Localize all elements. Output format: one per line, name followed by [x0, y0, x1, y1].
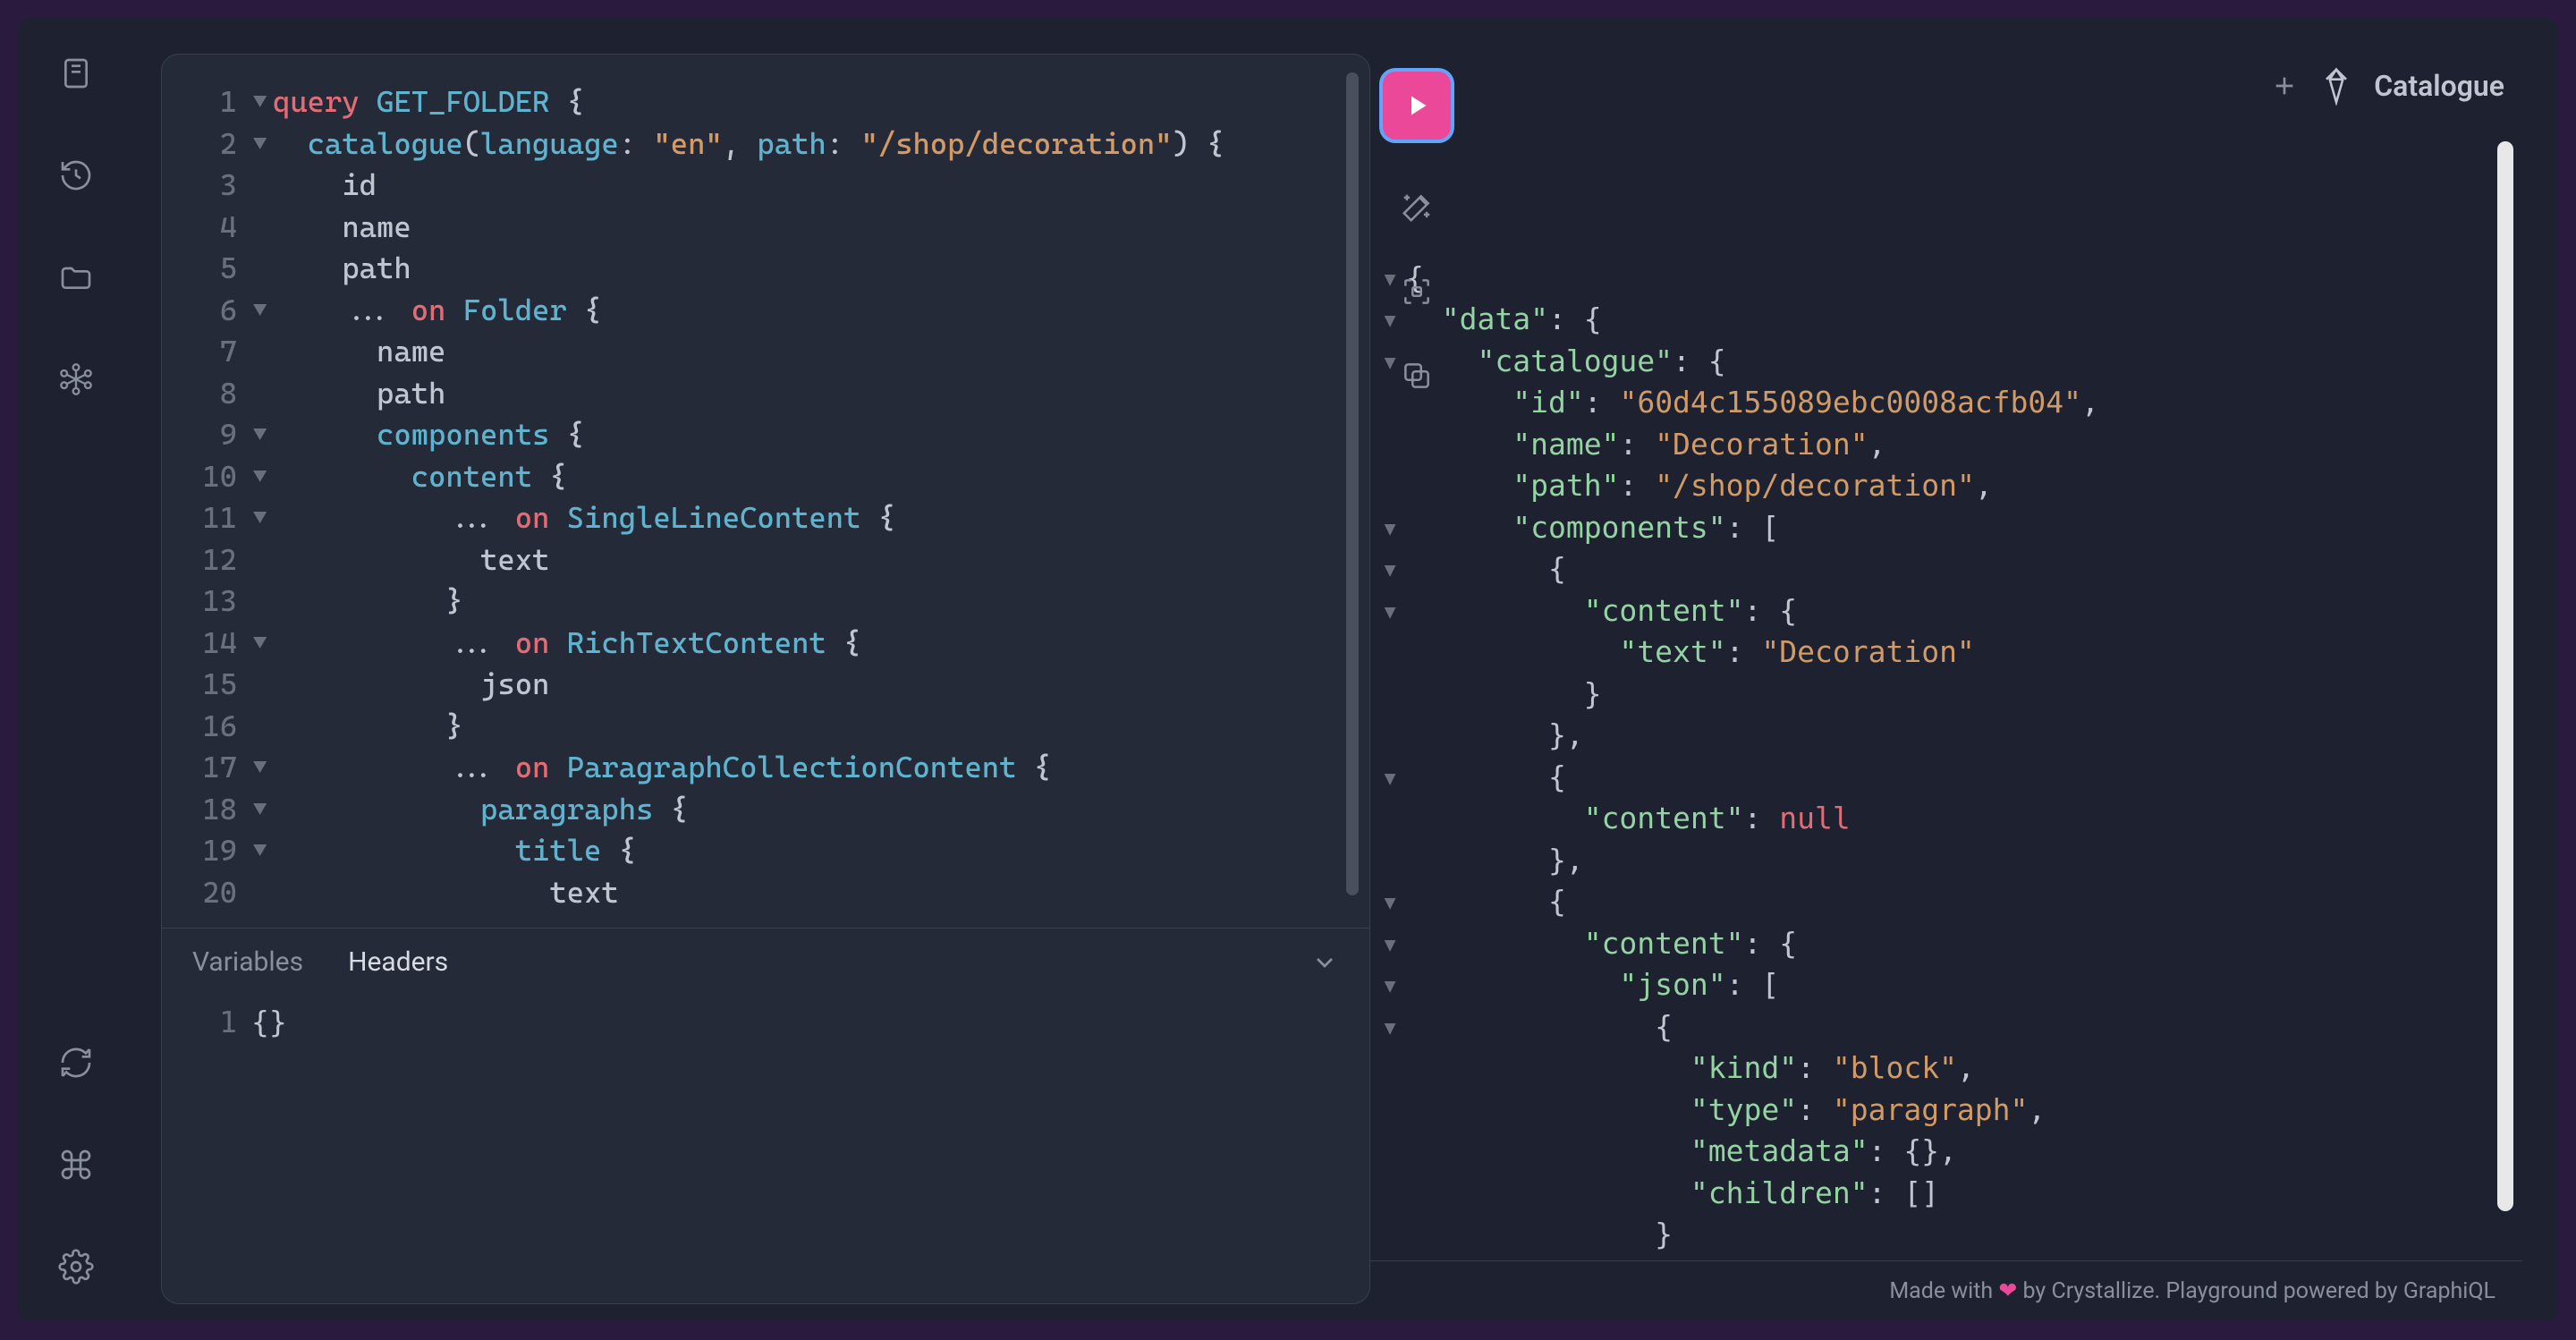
query-editor-pane: 1▾query GET_FOLDER {2▾ catalogue(languag… — [161, 54, 1370, 1304]
result-line: ▾{ — [1370, 258, 2487, 300]
query-editor[interactable]: 1▾query GET_FOLDER {2▾ catalogue(languag… — [162, 55, 1369, 928]
result-line: ▾ "components": [ — [1370, 507, 2487, 549]
scrollbar[interactable] — [2497, 141, 2513, 1211]
scrollbar[interactable] — [1346, 72, 1359, 895]
footer: Made with ❤ by Crystallize. Playground p… — [1370, 1261, 2522, 1304]
result-line: "path": "/shop/decoration", — [1370, 465, 2487, 507]
main-area: 1▾query GET_FOLDER {2▾ catalogue(languag… — [134, 18, 2558, 1322]
result-line: "name": "Decoration", — [1370, 424, 2487, 466]
code-line: 5 path — [189, 248, 1334, 290]
result-line: }, — [1370, 840, 2487, 882]
result-line: ▾ { — [1370, 1006, 2487, 1048]
code-line: 17▾ ... on ParagraphCollectionContent { — [189, 747, 1334, 789]
center-toolbar — [1379, 68, 1454, 395]
code-line: 3 id — [189, 165, 1334, 207]
result-line: ▾ "data": { — [1370, 299, 2487, 341]
code-line: 2▾ catalogue(language: "en", path: "/sho… — [189, 123, 1334, 165]
result-line: "kind": "block", — [1370, 1047, 2487, 1090]
code-line: 19▾ title { — [189, 830, 1334, 872]
tab-variables[interactable]: Variables — [192, 946, 303, 978]
result-line: ▾ "catalogue": { — [1370, 341, 2487, 383]
result-line: ▾ "content": { — [1370, 590, 2487, 632]
result-line: ▾ "json": [ — [1370, 964, 2487, 1006]
file-icon[interactable] — [56, 54, 96, 93]
tab-headers[interactable]: Headers — [348, 946, 448, 978]
app-container: 1▾query GET_FOLDER {2▾ catalogue(languag… — [18, 18, 2558, 1322]
code-line: 10▾ content { — [189, 456, 1334, 498]
crystallize-logo-icon — [2317, 66, 2356, 106]
variables-editor[interactable]: 1{} — [162, 996, 1369, 1048]
code-line: 7 name — [189, 331, 1334, 373]
code-line: 9▾ components { — [189, 414, 1334, 456]
command-icon[interactable] — [56, 1145, 96, 1184]
code-line: 20 text — [189, 872, 1334, 914]
result-line: } — [1370, 1214, 2487, 1256]
result-line: "children": [] — [1370, 1173, 2487, 1215]
result-pane: Catalogue ▾{▾ "data": {▾ "catalogue": { … — [1370, 54, 2522, 1304]
refresh-icon[interactable] — [56, 1043, 96, 1082]
code-line: 1▾query GET_FOLDER { — [189, 81, 1334, 123]
result-line: } — [1370, 674, 2487, 716]
result-line: ▾ { — [1370, 757, 2487, 799]
magic-wand-icon[interactable] — [1397, 188, 1436, 227]
heart-icon: ❤ — [1998, 1278, 2017, 1304]
sidebar — [18, 18, 134, 1322]
result-line: }, — [1370, 715, 2487, 757]
code-line: 12 text — [189, 539, 1334, 581]
code-line: 11▾ ... on SingleLineContent { — [189, 497, 1334, 539]
result-line: "content": null — [1370, 798, 2487, 840]
result-line: ] — [1370, 1256, 2487, 1262]
code-line: 14▾ ... on RichTextContent { — [189, 623, 1334, 665]
result-line: ▾ { — [1370, 881, 2487, 923]
chevron-down-icon[interactable] — [1310, 948, 1339, 977]
result-line: ▾ { — [1370, 548, 2487, 590]
copy-icon[interactable] — [1397, 356, 1436, 395]
graph-icon[interactable] — [56, 360, 96, 399]
code-line: 4 name — [189, 207, 1334, 249]
focus-icon[interactable] — [1397, 272, 1436, 311]
code-line: 15 json — [189, 664, 1334, 706]
result-header: Catalogue — [1370, 54, 2522, 132]
code-line: 18▾ paragraphs { — [189, 789, 1334, 831]
folder-icon[interactable] — [56, 258, 96, 297]
code-line: 16 } — [189, 706, 1334, 748]
result-line: ▾ "content": { — [1370, 923, 2487, 965]
result-viewer[interactable]: ▾{▾ "data": {▾ "catalogue": { "id": "60d… — [1370, 132, 2522, 1261]
code-line: 6▾ ... on Folder { — [189, 290, 1334, 332]
result-line: "text": "Decoration" — [1370, 632, 2487, 674]
result-line: "metadata": {}, — [1370, 1131, 2487, 1173]
code-line: 8 path — [189, 373, 1334, 415]
result-line: "type": "paragraph", — [1370, 1090, 2487, 1132]
history-icon[interactable] — [56, 156, 96, 195]
add-tab-button[interactable] — [2270, 72, 2299, 100]
bottom-tabs: Variables Headers — [162, 929, 1369, 996]
schema-title: Catalogue — [2374, 69, 2504, 103]
run-button[interactable] — [1379, 68, 1454, 143]
gear-icon[interactable] — [56, 1247, 96, 1286]
result-line: "id": "60d4c155089ebc0008acfb04", — [1370, 382, 2487, 424]
bottom-panel: Variables Headers 1{} — [162, 928, 1369, 1303]
code-line: 13 } — [189, 581, 1334, 623]
